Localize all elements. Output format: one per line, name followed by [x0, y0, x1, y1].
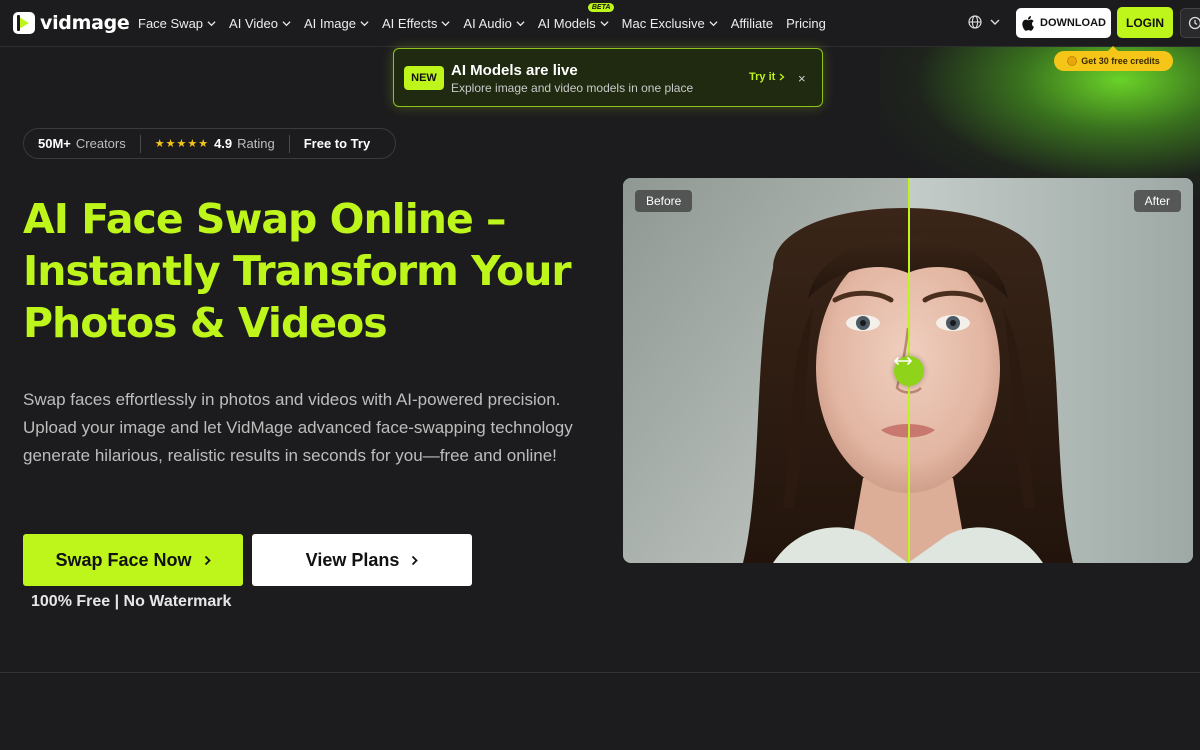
before-after-comparison[interactable]: Before After: [623, 178, 1193, 563]
globe-icon: [968, 15, 982, 29]
chevron-down-icon: [709, 21, 718, 27]
after-label: After: [1133, 190, 1181, 212]
stat-rating: ★★★★★ 4.9 Rating: [139, 134, 289, 153]
logo[interactable]: vidmage: [12, 10, 130, 36]
banner-subtitle: Explore image and video models in one pl…: [451, 81, 694, 95]
banner-try-link[interactable]: Try it: [749, 71, 785, 83]
view-plans-button[interactable]: View Plans: [252, 534, 472, 586]
free-no-watermark-note: 100% Free | No Watermark: [31, 593, 232, 610]
free-credits-tooltip[interactable]: Get 30 free credits: [1054, 46, 1173, 71]
login-button[interactable]: LOGIN: [1117, 7, 1173, 38]
chevron-right-icon: [204, 555, 211, 565]
top-navigation: vidmage Face Swap AI Video AI Image AI E…: [0, 0, 1200, 47]
arrows-horizontal-icon: [894, 357, 912, 365]
star-rating-icon: ★★★★★: [154, 138, 210, 150]
download-button[interactable]: DOWNLOAD: [1016, 8, 1111, 38]
swap-face-now-button[interactable]: Swap Face Now: [23, 534, 243, 586]
menu-item-face-swap[interactable]: Face Swap: [138, 16, 216, 31]
chevron-down-icon: [516, 21, 525, 27]
menu-item-ai-video[interactable]: AI Video: [229, 16, 291, 31]
menu-item-ai-effects[interactable]: AI Effects: [382, 16, 450, 31]
main-menu: Face Swap AI Video AI Image AI Effects A…: [138, 0, 839, 47]
menu-item-ai-models[interactable]: AI Models BETA: [538, 3, 615, 31]
chevron-down-icon: [990, 19, 1000, 25]
history-button[interactable]: [1180, 8, 1200, 38]
menu-item-ai-audio[interactable]: AI Audio: [463, 16, 525, 31]
coin-icon: [1067, 56, 1078, 66]
section-divider: [0, 672, 1200, 673]
chevron-right-icon: [779, 73, 785, 81]
menu-item-pricing[interactable]: Pricing: [786, 16, 826, 31]
chevron-down-icon: [282, 21, 291, 27]
logo-icon: [13, 12, 35, 34]
menu-item-ai-image[interactable]: AI Image: [304, 16, 369, 31]
chevron-down-icon: [600, 21, 609, 27]
menu-item-mac-exclusive[interactable]: Mac Exclusive: [622, 16, 718, 31]
comparison-slider-handle[interactable]: [894, 356, 924, 386]
stats-pill: 50M+ Creators ★★★★★ 4.9 Rating Free to T…: [23, 128, 396, 159]
stat-creators: 50M+ Creators: [38, 136, 126, 151]
banner-title: AI Models are live: [451, 62, 578, 79]
chevron-right-icon: [412, 555, 419, 565]
chevron-down-icon: [441, 21, 450, 27]
language-selector[interactable]: [968, 15, 1000, 29]
hero-description: Swap faces effortlessly in photos and vi…: [23, 390, 573, 465]
history-icon: [1188, 16, 1200, 30]
logo-text: vidmage: [40, 12, 130, 34]
banner-close-button[interactable]: ×: [798, 71, 806, 86]
chevron-down-icon: [360, 21, 369, 27]
menu-item-affiliate[interactable]: Affiliate: [731, 16, 773, 31]
announcement-banner: NEW AI Models are live Explore image and…: [393, 48, 823, 107]
chevron-down-icon: [207, 21, 216, 27]
new-badge: NEW: [404, 66, 444, 90]
hero-title: AI Face Swap Online – Instantly Transfor…: [23, 195, 572, 347]
apple-icon: [1022, 15, 1034, 31]
beta-badge: BETA: [587, 3, 615, 12]
before-label: Before: [635, 190, 693, 212]
stat-free: Free to Try: [288, 134, 384, 153]
